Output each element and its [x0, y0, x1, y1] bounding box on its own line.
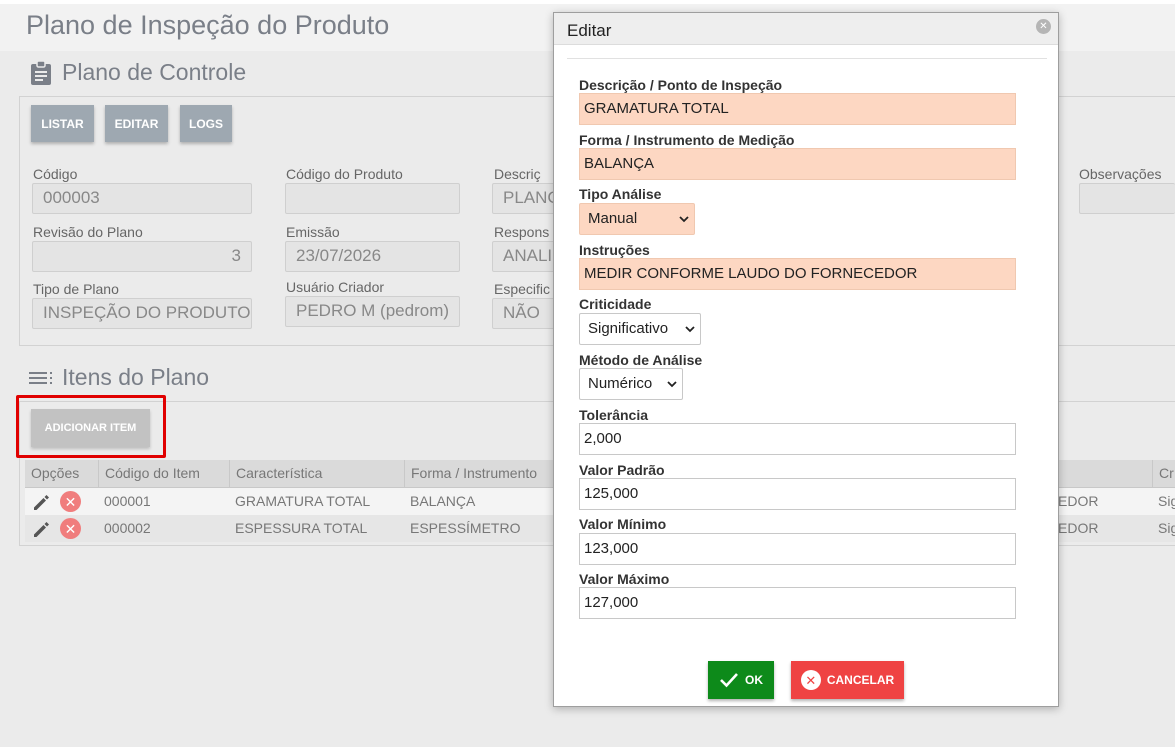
dialog-title: Editar	[567, 21, 612, 40]
code-field[interactable]: 000003	[32, 183, 252, 214]
analysis-type-select[interactable]: Manual	[579, 203, 695, 235]
observations-label: Observações	[1079, 166, 1162, 182]
chevron-down-icon	[685, 326, 695, 333]
row-item-code: 000001	[104, 493, 151, 509]
column-options[interactable]: Opções	[25, 460, 98, 488]
product-code-field[interactable]	[285, 183, 460, 214]
instrument-input[interactable]: BALANÇA	[579, 148, 1016, 180]
row-instrument: ESPESSÍMETRO	[410, 520, 521, 536]
logs-button[interactable]: LOGS	[180, 105, 232, 142]
tolerance-label: Tolerância	[579, 407, 648, 423]
pencil-icon[interactable]	[32, 519, 52, 539]
emission-field[interactable]: 23/07/2026	[285, 241, 460, 272]
specification-label: Especific	[494, 281, 551, 297]
criticality-select[interactable]: Significativo	[579, 313, 701, 345]
column-characteristic[interactable]: Característica	[229, 460, 404, 488]
row-characteristic: ESPESSURA TOTAL	[235, 520, 368, 536]
list-button[interactable]: LISTAR	[31, 105, 94, 142]
analysis-method-label: Método de Análise	[579, 352, 703, 368]
criticality-label: Criticidade	[579, 296, 652, 312]
product-code-label: Código do Produto	[286, 166, 403, 182]
max-value-input[interactable]: 127,000	[579, 587, 1016, 619]
analysis-type-label: Tipo Análise	[579, 186, 662, 202]
description-field[interactable]: PLANC	[492, 183, 562, 214]
min-value-input[interactable]: 123,000	[579, 533, 1016, 565]
dialog-divider	[567, 58, 1047, 59]
max-value-label: Valor Máximo	[579, 571, 670, 587]
plan-type-label: Tipo de Plano	[33, 281, 119, 297]
tolerance-input[interactable]: 2,000	[579, 423, 1016, 455]
emission-label: Emissão	[286, 224, 340, 240]
standard-value-input[interactable]: 125,000	[579, 478, 1016, 510]
delete-icon[interactable]: ✕	[60, 518, 81, 539]
revision-label: Revisão do Plano	[33, 224, 143, 240]
edit-dialog: Editar ✕ Descrição / Ponto de Inspeção G…	[553, 12, 1059, 707]
row-instructions: EDOR	[1058, 520, 1099, 536]
column-item-code[interactable]: Código do Item	[98, 460, 229, 488]
list-icon	[29, 372, 52, 384]
standard-value-label: Valor Padrão	[579, 462, 665, 478]
row-instrument: BALANÇA	[410, 493, 476, 509]
specification-field[interactable]: NÃO	[492, 298, 562, 329]
close-circle-icon: ✕	[800, 670, 821, 690]
responsible-field[interactable]: ANALI	[492, 241, 562, 272]
check-icon	[720, 673, 738, 688]
inspection-point-input[interactable]: GRAMATURA TOTAL	[579, 93, 1016, 125]
cancel-button[interactable]: ✕ CANCELAR	[791, 661, 904, 699]
row-criticality: Sig	[1158, 520, 1175, 536]
description-label: Descriç	[494, 166, 541, 182]
column-instrument[interactable]: Forma / Instrumento	[404, 460, 554, 488]
pencil-icon[interactable]	[32, 492, 52, 512]
analysis-type-value: Manual	[588, 210, 638, 227]
creator-field[interactable]: PEDRO M (pedrom)	[285, 296, 460, 327]
inspection-point-label: Descrição / Ponto de Inspeção	[579, 77, 783, 93]
row-instructions: EDOR	[1058, 493, 1099, 509]
instructions-label: Instruções	[579, 242, 650, 258]
instructions-input[interactable]: MEDIR CONFORME LAUDO DO FORNECEDOR	[579, 258, 1016, 290]
chevron-down-icon	[679, 216, 689, 223]
delete-icon[interactable]: ✕	[60, 491, 81, 512]
analysis-method-value: Numérico	[588, 375, 653, 392]
min-value-label: Valor Mínimo	[579, 516, 667, 532]
analysis-method-select[interactable]: Numérico	[579, 368, 683, 400]
edit-button[interactable]: EDITAR	[105, 105, 168, 142]
row-criticality: Sig	[1158, 493, 1175, 509]
chevron-down-icon	[667, 381, 677, 388]
clipboard-icon	[31, 61, 51, 85]
code-label: Código	[33, 166, 78, 182]
row-characteristic: GRAMATURA TOTAL	[235, 493, 371, 509]
row-item-code: 000002	[104, 520, 151, 536]
cancel-label: CANCELAR	[826, 673, 895, 687]
ok-button[interactable]: OK	[708, 661, 774, 699]
criticality-value: Significativo	[588, 320, 669, 337]
items-section-title: Itens do Plano	[62, 364, 210, 390]
responsible-label: Respons	[494, 224, 550, 240]
instrument-label: Forma / Instrumento de Medição	[579, 132, 795, 148]
revision-field[interactable]: 3	[32, 241, 252, 272]
column-criticality[interactable]: Cr	[1152, 460, 1175, 488]
plan-type-field[interactable]: INSPEÇÃO DO PRODUTO	[32, 298, 252, 329]
ok-label: OK	[745, 673, 763, 687]
close-icon[interactable]: ✕	[1036, 19, 1051, 34]
page-title: Plano de Inspeção do Produto	[26, 10, 390, 40]
creator-label: Usuário Criador	[286, 279, 385, 295]
dialog-header[interactable]: Editar ✕	[554, 13, 1058, 45]
control-section-title: Plano de Controle	[62, 59, 247, 85]
annotation-highlight-box	[16, 395, 166, 458]
observations-field[interactable]	[1079, 183, 1175, 214]
